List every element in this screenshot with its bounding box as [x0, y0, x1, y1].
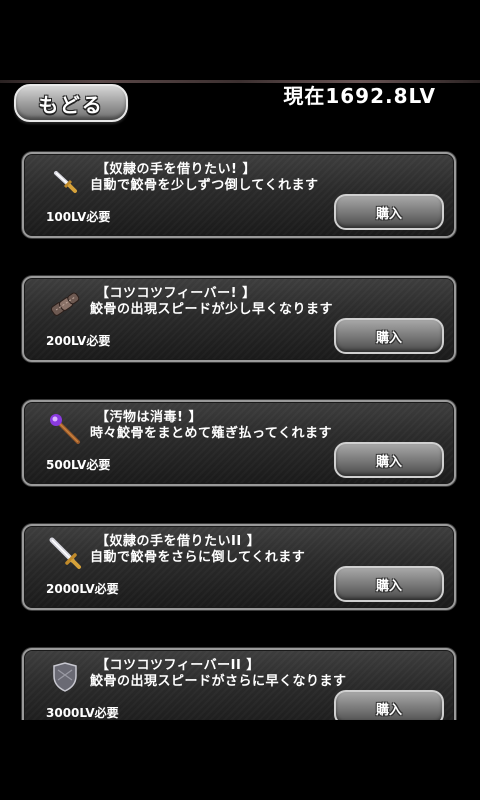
buy-button[interactable]: 購入	[334, 318, 444, 354]
upgrade-list[interactable]: 【奴隷の手を借りたい! 】 自動で鮫骨を少しずつ倒してくれます 100LV必要 …	[0, 150, 480, 720]
upgrade-requirement: 500LV必要	[46, 458, 111, 472]
shield-icon	[53, 662, 77, 692]
sword-icon	[49, 537, 81, 569]
buy-button[interactable]: 購入	[334, 566, 444, 602]
dagger-icon	[54, 171, 77, 193]
upgrade-item: 【汚物は消毒! 】 時々鮫骨をまとめて薙ぎ払ってくれます 500LV必要 購入	[22, 400, 456, 486]
upgrade-requirement: 3000LV必要	[46, 706, 119, 720]
buy-button-label: 購入	[375, 206, 402, 222]
back-button-label: もどる	[38, 92, 104, 117]
upgrade-item: 【奴隷の手を借りたいII 】 自動で鮫骨をさらに倒してくれます 2000LV必要…	[22, 524, 456, 610]
back-button[interactable]: もどる	[14, 84, 128, 122]
current-level: 現在1692.8LV	[283, 84, 436, 108]
upgrade-description: 時々鮫骨をまとめて薙ぎ払ってくれます	[90, 426, 332, 441]
buy-button[interactable]: 購入	[334, 194, 444, 230]
buy-button-label: 購入	[375, 454, 402, 470]
upgrade-requirement: 2000LV必要	[46, 582, 119, 596]
buy-button-label: 購入	[375, 702, 402, 718]
upgrade-description: 鮫骨の出現スピードがさらに早くなります	[90, 674, 347, 689]
upgrade-requirement: 100LV必要	[46, 210, 111, 224]
buy-button-label: 購入	[375, 330, 402, 346]
upgrade-description: 自動で鮫骨を少しずつ倒してくれます	[90, 178, 319, 193]
buy-button[interactable]: 購入	[334, 690, 444, 720]
upgrade-description: 自動で鮫骨をさらに倒してくれます	[90, 550, 306, 565]
upgrade-requirement: 200LV必要	[46, 334, 111, 348]
upgrade-item: 【コツコツフィーバーII 】 鮫骨の出現スピードがさらに早くなります 3000L…	[22, 648, 456, 720]
upgrade-item: 【奴隷の手を借りたい! 】 自動で鮫骨を少しずつ倒してくれます 100LV必要 …	[22, 152, 456, 238]
upgrade-description: 鮫骨の出現スピードが少し早くなります	[90, 302, 334, 317]
rope-icon	[50, 292, 80, 316]
buy-button[interactable]: 購入	[334, 442, 444, 478]
staff-icon	[50, 414, 80, 444]
upgrade-item: 【コツコツフィーバー! 】 鮫骨の出現スピードが少し早くなります 200LV必要…	[22, 276, 456, 362]
shop-screen: もどる 現在1692.8LV 【奴隷の手を借りたい! 】 自動で鮫骨を少しずつ倒…	[0, 0, 480, 800]
buy-button-label: 購入	[375, 578, 402, 594]
